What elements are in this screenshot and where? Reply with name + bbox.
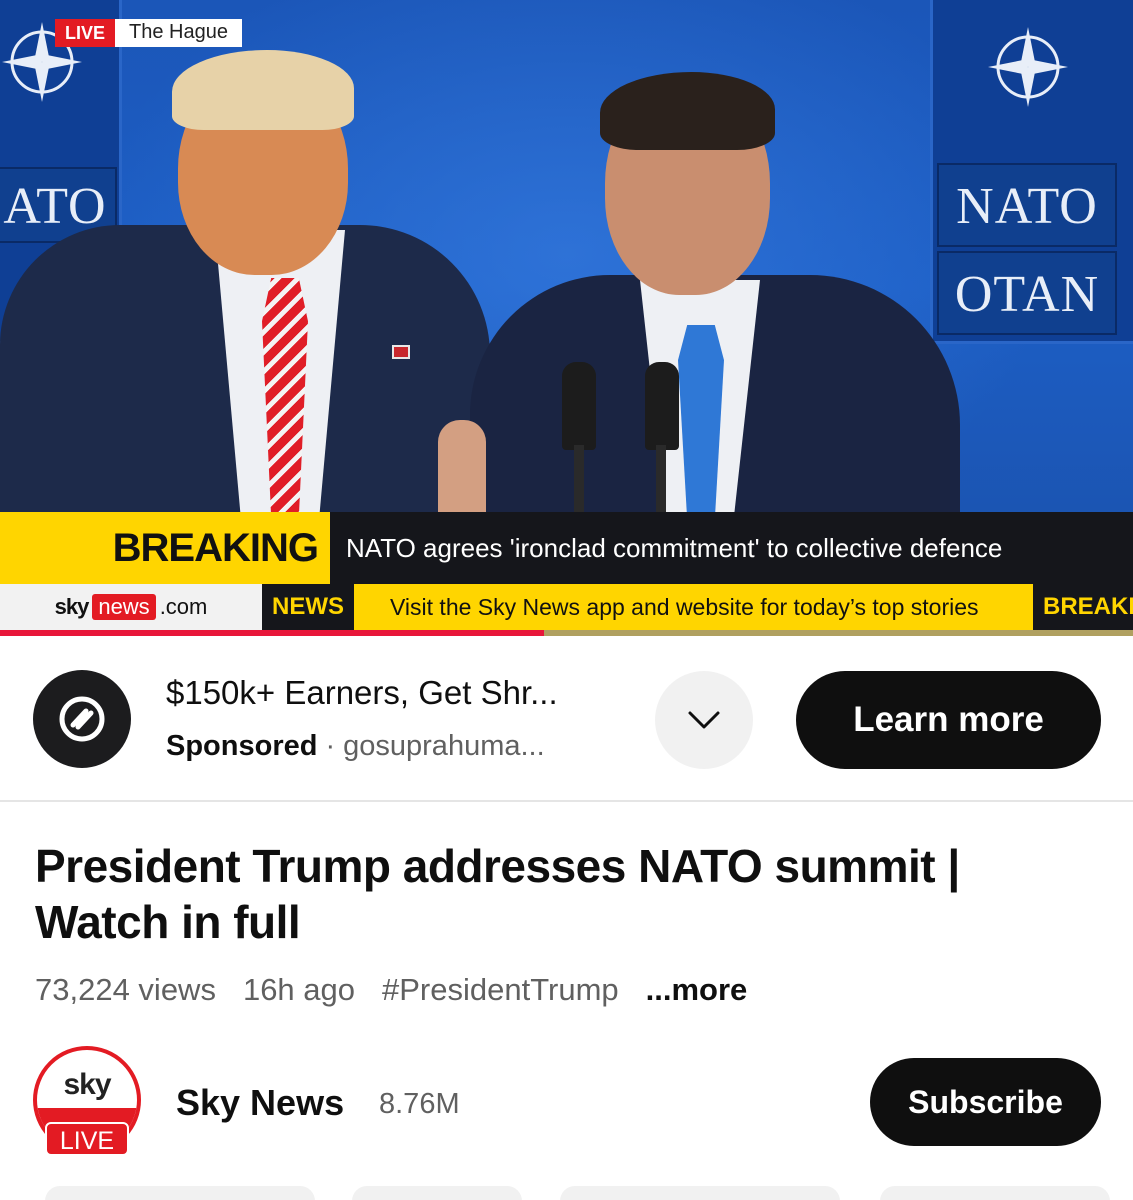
- learn-more-button[interactable]: Learn more: [796, 671, 1101, 769]
- site-news: news: [92, 594, 156, 620]
- live-badge: LIVE: [55, 19, 116, 47]
- video-player[interactable]: ATO NATO OTAN LIVE The Hague BREAKING NA…: [0, 0, 1133, 636]
- ticker-text: Visit the Sky News app and website for t…: [390, 594, 979, 620]
- location-label: The Hague: [115, 19, 242, 47]
- breaking-news-bar: BREAKING NEWS NATO agrees 'ironclad comm…: [0, 512, 1133, 636]
- action-chip[interactable]: [560, 1186, 840, 1200]
- advertiser-logo-icon: [59, 696, 105, 742]
- upload-age: 16h ago: [242, 972, 356, 1007]
- video-meta[interactable]: 73,224 views 16h ago #PresidentTrump ...…: [35, 972, 747, 1008]
- channel-live-badge: LIVE: [45, 1122, 129, 1156]
- subscribe-button[interactable]: Subscribe: [870, 1058, 1101, 1146]
- video-title[interactable]: President Trump addresses NATO summit | …: [35, 838, 1095, 950]
- speaker-right: [430, 0, 960, 525]
- nato-banner-right: NATO OTAN: [930, 0, 1133, 344]
- avatar-sky-text: sky: [63, 1068, 111, 1101]
- separator-dot: ·: [325, 730, 336, 762]
- ticker-tag-right: BREAKING: [1033, 584, 1133, 630]
- ad-expand-button[interactable]: [655, 671, 753, 769]
- breaking-news-label: BREAKING NEWS: [0, 512, 330, 636]
- ad-title[interactable]: $150k+ Earners, Get Shr...: [166, 674, 558, 712]
- sponsored-label: Sponsored: [166, 730, 318, 762]
- otan-word-right: OTAN: [937, 251, 1117, 335]
- action-chip[interactable]: [45, 1186, 315, 1200]
- ad-domain: gosuprahuma...: [343, 730, 545, 762]
- channel-name[interactable]: Sky News: [176, 1082, 344, 1124]
- ticker-tag: NEWS: [262, 584, 354, 630]
- ad-subtitle: Sponsored · gosuprahuma...: [166, 730, 545, 763]
- hashtag-link[interactable]: #PresidentTrump: [382, 972, 619, 1008]
- breaking-news-headline: NATO agrees 'ironclad commitment' to col…: [330, 512, 1133, 584]
- microphone: [645, 362, 679, 450]
- site-sky: sky: [54, 594, 90, 619]
- more-link[interactable]: ...more: [646, 972, 748, 1008]
- sky-news-site-logo: sky news .com: [0, 584, 262, 630]
- live-location-tag: LIVE The Hague: [55, 19, 242, 47]
- advertiser-logo[interactable]: [33, 670, 131, 768]
- action-chips-row: [0, 1186, 1133, 1200]
- chevron-down-icon: [688, 711, 720, 729]
- microphone: [562, 362, 596, 450]
- nato-word-right: NATO: [937, 163, 1117, 247]
- nato-star-icon: [988, 27, 1068, 107]
- action-chip[interactable]: [880, 1186, 1110, 1200]
- mic-stand: [574, 445, 584, 515]
- mic-stand: [656, 445, 666, 515]
- site-com: .com: [159, 594, 208, 619]
- news-ticker: sky news .com NEWS Visit the Sky News ap…: [0, 584, 1133, 630]
- action-chip[interactable]: [352, 1186, 522, 1200]
- view-count: 73,224 views: [35, 972, 216, 1007]
- subscriber-count: 8.76M: [379, 1088, 460, 1120]
